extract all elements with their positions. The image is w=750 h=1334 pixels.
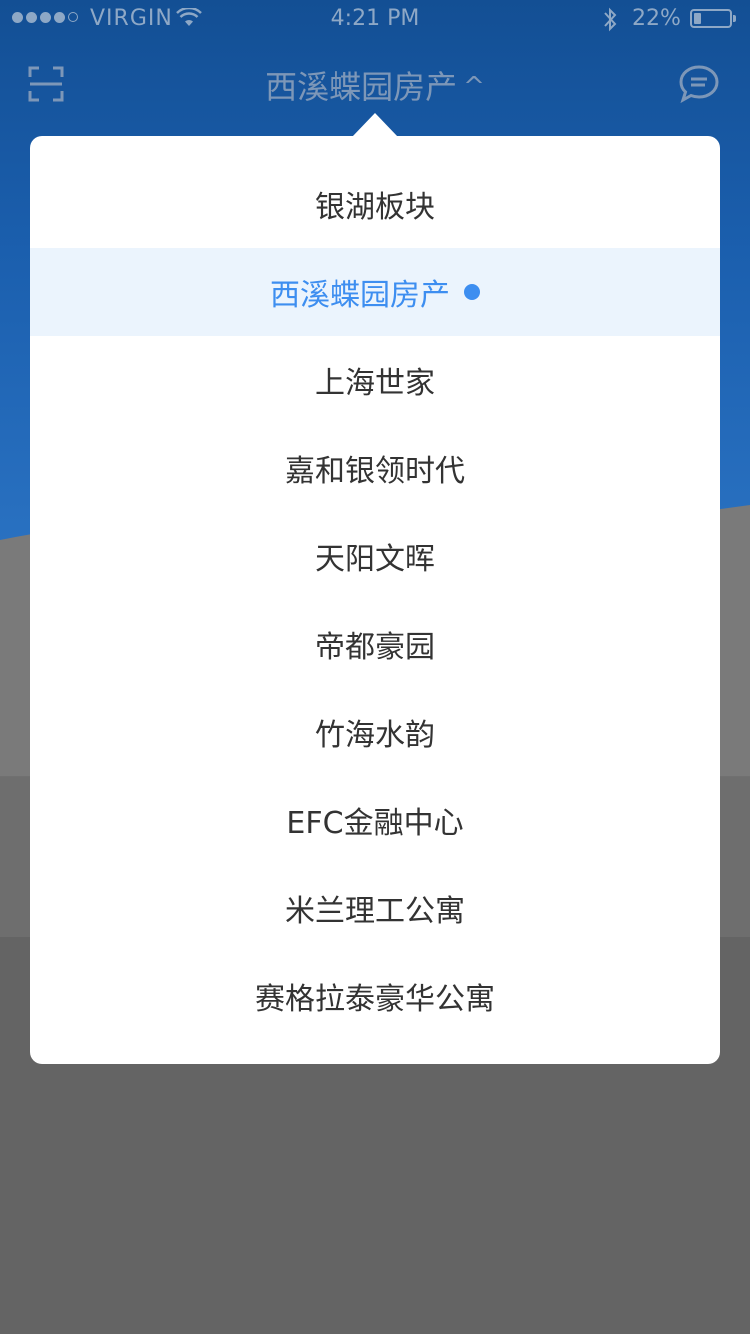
location-option-label: 西溪蝶园房产	[270, 278, 450, 313]
battery-tip	[733, 15, 736, 22]
location-option-label: EFC金融中心	[286, 806, 464, 841]
chat-icon[interactable]	[678, 64, 720, 104]
location-option[interactable]: 竹海水韵	[30, 688, 720, 776]
location-option[interactable]: 嘉和银领时代	[30, 424, 720, 512]
location-dropdown: 银湖板块西溪蝶园房产上海世家嘉和银领时代 天阳文晖帝都豪园竹海水韵 EFC金融中心米…	[30, 136, 720, 1064]
location-option[interactable]: 西溪蝶园房产	[30, 248, 720, 336]
battery-level	[694, 13, 701, 24]
location-option[interactable]: 帝都豪园	[30, 600, 720, 688]
chevron-up-icon: ^	[463, 72, 485, 102]
location-option-label: 帝都豪园	[315, 630, 435, 665]
popover-arrow	[352, 113, 398, 137]
location-option-label: 米兰理工公寓	[285, 894, 465, 929]
selected-indicator-icon	[464, 284, 480, 300]
bluetooth-icon	[604, 7, 617, 32]
location-option-label: 天阳文晖	[315, 542, 435, 577]
location-option[interactable]: 天阳文晖	[30, 512, 720, 600]
location-option-label: 竹海水韵	[315, 718, 435, 753]
location-dropdown-toggle[interactable]: 西溪蝶园房产 ^	[0, 62, 750, 108]
location-option-label: 嘉和银领时代	[285, 454, 465, 489]
location-option-label: 赛格拉泰豪华公寓	[255, 982, 495, 1017]
location-option-label: 银湖板块	[315, 190, 435, 225]
location-option[interactable]: 上海世家	[30, 336, 720, 424]
battery-icon	[690, 9, 732, 28]
location-option[interactable]: 银湖板块	[30, 160, 720, 248]
status-bar: VIRGIN 4:21 PM 22%	[0, 0, 750, 40]
page-title: 西溪蝶园房产	[265, 68, 458, 106]
location-option[interactable]: EFC金融中心	[30, 776, 720, 864]
location-option-label: 上海世家	[315, 366, 435, 401]
battery-percent: 22%	[632, 6, 681, 31]
location-option[interactable]: 米兰理工公寓	[30, 864, 720, 952]
location-list: 银湖板块西溪蝶园房产上海世家嘉和银领时代 天阳文晖帝都豪园竹海水韵 EFC金融中心米…	[30, 160, 720, 1040]
location-option[interactable]: 赛格拉泰豪华公寓	[30, 952, 720, 1040]
